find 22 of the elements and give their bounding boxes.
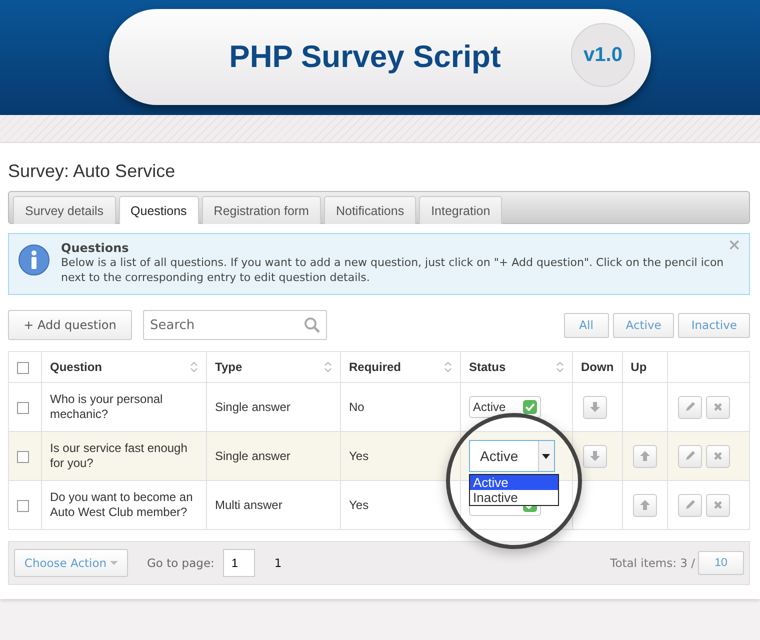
required-text: Yes <box>349 498 369 512</box>
page-title: Survey: Auto Service <box>8 161 176 182</box>
question-text: Who is your personal mechanic? <box>50 392 164 422</box>
type-text: Single answer <box>215 449 290 463</box>
question-text: Do you want to become an Auto West Club member? <box>50 490 194 520</box>
version-badge: v1.0 <box>571 23 635 87</box>
column-header: Required <box>349 360 402 374</box>
column-header: Question <box>50 360 102 374</box>
info-title: Questions <box>61 241 129 255</box>
type-text: Single answer <box>215 400 290 414</box>
column-header: Up <box>630 360 647 374</box>
required-text: Yes <box>349 449 369 463</box>
goto-page-label: Go to page: <box>147 556 214 570</box>
column-header: Type <box>215 360 242 374</box>
total-items-text: Total items: 3 / <box>610 556 695 570</box>
column-header: Down <box>581 360 614 374</box>
column-header: Status <box>469 360 506 374</box>
question-text: Is our service fast enough for you? <box>50 441 188 471</box>
app-title: PHP Survey Script <box>229 39 501 75</box>
info-text: Below is a list of all questions. If you want to add a new question, just click on "+ Add question". Click on the pencil icon next to the corresponding entry to edit question details. <box>61 255 725 285</box>
type-text: Multi answer <box>215 498 282 512</box>
required-text: No <box>349 400 364 414</box>
